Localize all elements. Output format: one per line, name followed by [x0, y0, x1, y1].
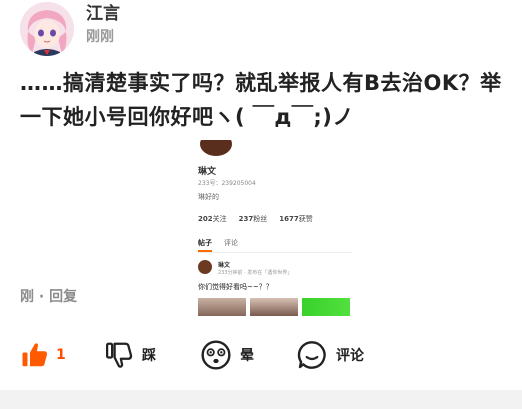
- screenshot-profile-name: 琳文: [198, 167, 217, 177]
- like-button[interactable]: 1: [20, 336, 66, 374]
- screenshot-thumb-1: [198, 298, 246, 316]
- screenshot-tab-posts: 帖子: [198, 238, 212, 252]
- post-attached-image[interactable]: 琳文 233号：239205004 琳好的 202关注 237粉丝 1677获赞…: [190, 140, 360, 316]
- avatar[interactable]: [20, 2, 74, 56]
- dizzy-face-icon: [201, 340, 231, 370]
- comment-label: 评论: [336, 348, 364, 364]
- screenshot-post-meta: 233分钟前 · 发布在「遇你世界」: [218, 270, 293, 276]
- wow-button[interactable]: 晕: [200, 336, 254, 374]
- screenshot-stats: 202关注 237粉丝 1677获赞: [198, 214, 313, 224]
- post-body-text: ……搞清楚事实了吗？就乱举报人有B去治OK？举一下她小号回你好吧ヽ( ￣д￣;)…: [20, 71, 502, 129]
- screenshot-stat-followers: 237粉丝: [238, 215, 268, 223]
- screenshot-tabs: 帖子 评论: [198, 238, 238, 252]
- screenshot-tab-comments: 评论: [224, 239, 238, 247]
- comment-button[interactable]: 评论: [296, 336, 364, 374]
- screenshot-stat-likes: 1677获赞: [279, 215, 313, 223]
- screenshot-post-avatar: [198, 260, 212, 274]
- action-bar: 1 踩 晕 评论: [20, 336, 510, 374]
- comment-bubble-icon: [297, 341, 326, 369]
- screenshot-post-name: 琳文: [218, 262, 231, 269]
- screenshot-stat-following: 202关注: [198, 215, 227, 223]
- username[interactable]: 江言: [86, 3, 120, 25]
- comment-meta[interactable]: 刚 · 回复: [20, 286, 77, 306]
- user-meta: 江言 刚刚: [86, 4, 120, 47]
- screenshot-divider: [198, 252, 352, 253]
- avatar-image: [20, 2, 74, 56]
- screenshot-post-text: 你们觉得好看吗~~？？: [198, 283, 273, 291]
- screenshot-profile-bio: 琳好的: [198, 193, 219, 201]
- like-count: 1: [56, 347, 66, 363]
- dislike-button[interactable]: 踩: [104, 336, 156, 374]
- thumbs-up-icon: [22, 343, 47, 367]
- screenshot-thumb-2: [250, 298, 298, 316]
- screenshot-profile-id: 233号：239205004: [198, 180, 256, 187]
- bottom-divider-strip: [0, 390, 522, 409]
- wow-label: 晕: [240, 348, 254, 364]
- post-header: 江言 刚刚: [20, 0, 120, 58]
- profile-avatar-crop: [200, 140, 232, 156]
- dislike-label: 踩: [142, 348, 156, 364]
- screenshot-thumb-3: [302, 298, 350, 316]
- thumbs-down-icon: [106, 342, 133, 368]
- post-time: 刚刚: [86, 29, 114, 45]
